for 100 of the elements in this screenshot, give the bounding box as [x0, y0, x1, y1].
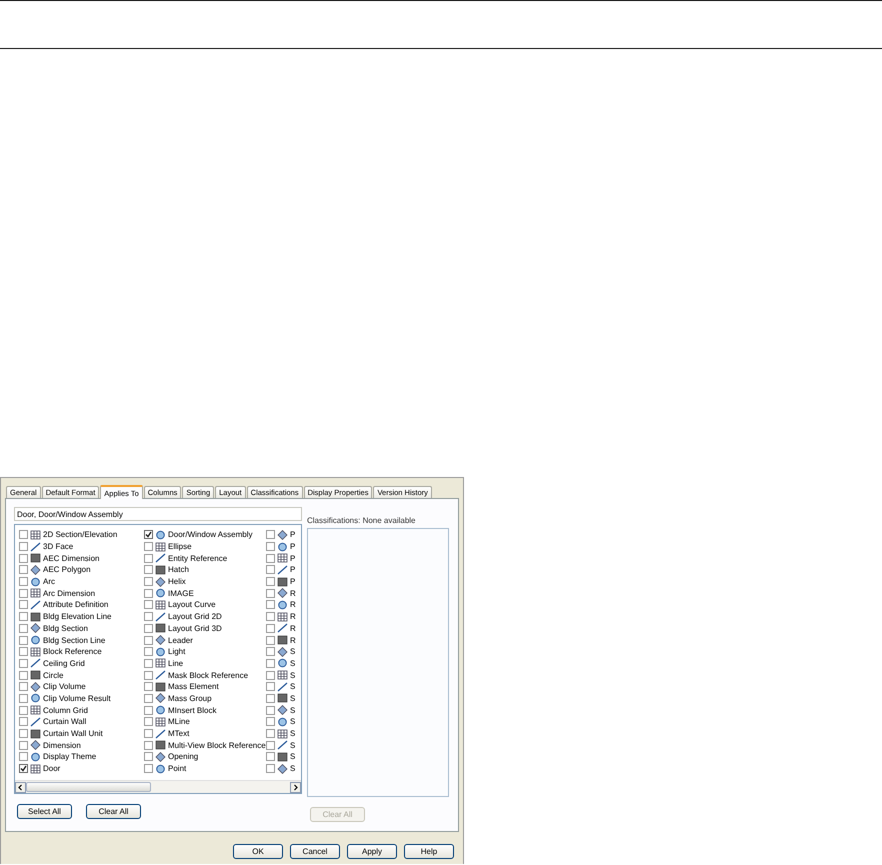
- checkbox[interactable]: [144, 706, 153, 715]
- checkbox[interactable]: [266, 752, 275, 762]
- checkbox[interactable]: [266, 530, 275, 540]
- object-type-label: S: [290, 717, 296, 726]
- object-type-label: S: [290, 752, 296, 762]
- square-icon: [155, 740, 166, 750]
- grid-icon: [155, 658, 166, 668]
- checkbox[interactable]: [266, 636, 275, 645]
- checkbox[interactable]: [19, 647, 28, 656]
- object-type-label: Door/Window Assembly: [168, 530, 252, 540]
- checkbox[interactable]: [19, 588, 28, 598]
- grid-icon: [155, 542, 166, 552]
- checkbox[interactable]: [144, 658, 153, 668]
- checkbox[interactable]: [266, 588, 275, 598]
- checkbox[interactable]: [19, 740, 28, 750]
- checkbox[interactable]: [19, 670, 28, 680]
- checkbox[interactable]: [144, 530, 153, 540]
- checkbox[interactable]: [144, 740, 153, 750]
- checkbox[interactable]: [266, 694, 275, 703]
- checkbox[interactable]: [266, 554, 275, 563]
- checkbox[interactable]: [144, 717, 153, 726]
- checkbox[interactable]: [19, 624, 28, 633]
- object-type-label: S: [290, 647, 296, 656]
- checkbox[interactable]: [144, 577, 153, 586]
- dialog-button[interactable]: OK: [233, 844, 283, 859]
- checkbox[interactable]: [266, 764, 275, 774]
- checkbox[interactable]: [144, 600, 153, 610]
- checkbox[interactable]: [144, 670, 153, 680]
- checkbox[interactable]: [19, 764, 28, 774]
- checkbox[interactable]: [266, 565, 275, 574]
- grid-icon: [277, 728, 288, 739]
- checkbox[interactable]: [19, 717, 28, 726]
- checkbox[interactable]: [144, 647, 153, 656]
- diamond-icon: [277, 705, 288, 716]
- dialog-button[interactable]: Help: [404, 844, 454, 859]
- object-type-label: MLine: [168, 717, 190, 726]
- checkbox[interactable]: [266, 717, 275, 726]
- scrollbar-thumb[interactable]: [26, 782, 151, 792]
- checkbox[interactable]: [19, 706, 28, 715]
- circle-icon: [277, 716, 288, 727]
- checkbox[interactable]: [266, 729, 275, 738]
- checkbox[interactable]: [19, 577, 28, 586]
- checkbox[interactable]: [144, 729, 153, 738]
- list-button[interactable]: Select All: [17, 804, 72, 819]
- checkbox[interactable]: [266, 624, 275, 633]
- checkbox[interactable]: [144, 624, 153, 633]
- checkbox[interactable]: [19, 554, 28, 563]
- diamond-icon: [155, 576, 166, 587]
- object-type-label: Dimension: [43, 740, 81, 750]
- object-type-label: Entity Reference: [168, 554, 228, 563]
- checkbox[interactable]: [266, 682, 275, 692]
- scroll-right-icon[interactable]: [290, 782, 301, 792]
- checkbox[interactable]: [144, 554, 153, 563]
- scroll-left-icon[interactable]: [15, 782, 26, 792]
- checkbox[interactable]: [19, 682, 28, 692]
- dialog-button[interactable]: Cancel: [290, 844, 340, 859]
- checkbox[interactable]: [19, 600, 28, 610]
- checkbox[interactable]: [19, 542, 28, 552]
- object-type-label: Point: [168, 764, 186, 774]
- checkbox[interactable]: [266, 706, 275, 715]
- object-type-label: S: [290, 706, 296, 715]
- checkbox[interactable]: [266, 740, 275, 750]
- checkbox[interactable]: [266, 612, 275, 622]
- checkbox[interactable]: [19, 565, 28, 574]
- object-type-label: Arc Dimension: [43, 588, 96, 598]
- checkbox[interactable]: [19, 612, 28, 622]
- object-type-label: Leader: [168, 636, 193, 645]
- object-type-label: AEC Polygon: [43, 565, 91, 574]
- horizontal-scrollbar[interactable]: [15, 780, 301, 793]
- list-button[interactable]: Clear All: [86, 804, 141, 819]
- checkbox[interactable]: [266, 658, 275, 668]
- dialog-button[interactable]: Apply: [347, 844, 397, 859]
- object-type-label: P: [290, 542, 296, 552]
- checkbox[interactable]: [144, 636, 153, 645]
- line-icon: [155, 728, 166, 739]
- grid-icon: [155, 600, 166, 610]
- checkbox[interactable]: [19, 694, 28, 703]
- checkbox[interactable]: [266, 577, 275, 586]
- checkbox[interactable]: [19, 530, 28, 540]
- checkbox[interactable]: [266, 647, 275, 656]
- checkbox[interactable]: [144, 752, 153, 762]
- checkbox[interactable]: [19, 752, 28, 762]
- checkbox[interactable]: [144, 764, 153, 774]
- checkbox[interactable]: [19, 658, 28, 668]
- checkbox[interactable]: [144, 694, 153, 703]
- object-type-label: Line: [168, 658, 184, 668]
- selection-field[interactable]: Door, Door/Window Assembly: [14, 507, 302, 521]
- checkbox[interactable]: [19, 729, 28, 738]
- checkbox[interactable]: [266, 542, 275, 552]
- checkbox[interactable]: [144, 542, 153, 552]
- checkbox[interactable]: [19, 636, 28, 645]
- line-icon: [30, 658, 41, 668]
- checkbox[interactable]: [266, 600, 275, 610]
- checkbox[interactable]: [144, 612, 153, 622]
- checkbox[interactable]: [144, 682, 153, 692]
- circle-icon: [155, 588, 166, 598]
- diamond-icon: [155, 693, 166, 704]
- checkbox[interactable]: [144, 588, 153, 598]
- checkbox[interactable]: [144, 565, 153, 574]
- checkbox[interactable]: [266, 670, 275, 680]
